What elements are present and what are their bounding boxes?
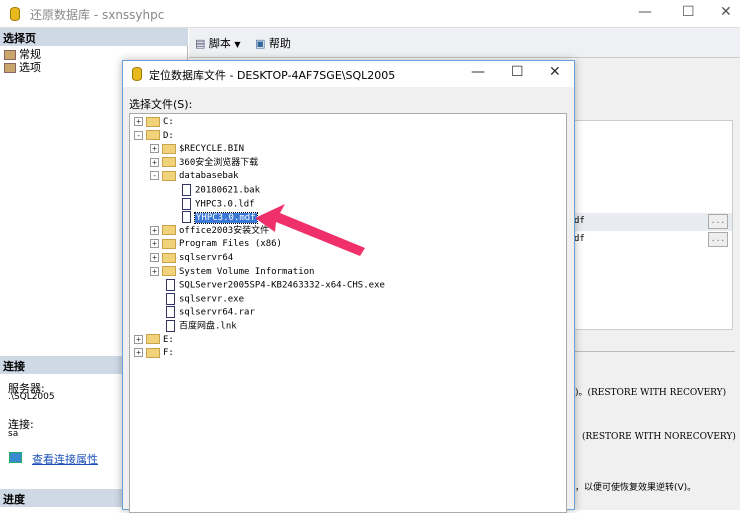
dialog-maximize-button[interactable]: ☐: [511, 64, 524, 80]
browse-button[interactable]: ...: [708, 214, 728, 229]
main-title-bar: 还原数据库 - sxnssyhpc — ☐ ✕: [0, 0, 740, 28]
file-tree[interactable]: + C: - D: + $RECYCLE.BIN +360安全浏览器下载 - databaseb…: [129, 113, 567, 513]
folder-icon: [162, 157, 176, 168]
folder-icon: [146, 347, 160, 358]
tree-node-label: 360安全浏览器下载: [179, 157, 259, 168]
standby-option[interactable]: ，以便可使恢复效果逆转(V)。: [575, 480, 696, 493]
file-icon: [166, 279, 175, 292]
tree-node-label: sqlservr64.rar: [179, 307, 255, 318]
dialog-title-bar: 定位数据库文件 - DESKTOP-4AF7SGE\SQL2005 — ☐ ✕: [123, 61, 574, 87]
expand-icon[interactable]: +: [134, 348, 143, 358]
database-icon: [132, 67, 142, 81]
pointer-arrow: [255, 204, 365, 256]
folder-icon: [162, 170, 176, 181]
browse-button[interactable]: ...: [708, 232, 728, 247]
grid-cell: df: [574, 234, 585, 244]
expand-icon[interactable]: +: [150, 157, 159, 167]
folder-icon: [162, 238, 176, 249]
dialog-title: 定位数据库文件 - DESKTOP-4AF7SGE\SQL2005: [149, 69, 396, 82]
grid-row: df...: [566, 213, 732, 231]
tree-node-label: 百度网盘.lnk: [179, 321, 237, 332]
tree-node-label: sqlservr.exe: [179, 294, 245, 305]
page-label: 选项: [19, 61, 41, 74]
tree-node[interactable]: + System Volume Information: [150, 266, 314, 279]
tree-node-label: sqlservr64: [179, 253, 234, 263]
file-icon: [182, 184, 191, 196]
expand-icon[interactable]: +: [150, 266, 159, 276]
divider: [575, 351, 735, 352]
dialog-close-button[interactable]: ✕: [549, 64, 561, 80]
recovery-option[interactable]: )。(RESTORE WITH RECOVERY): [575, 385, 726, 398]
tree-node-label: $RECYCLE.BIN: [179, 144, 245, 155]
tree-node-label: C:: [163, 117, 174, 127]
page-options[interactable]: 选项: [4, 59, 41, 75]
tree-node[interactable]: 20180621.bak: [182, 184, 260, 197]
grid-row: df...: [566, 231, 732, 249]
expand-icon[interactable]: +: [150, 239, 159, 249]
tree-node-label: 20180621.bak: [195, 185, 261, 196]
file-icon: [166, 292, 175, 305]
grid-cell: df: [574, 216, 585, 226]
file-icon: [166, 306, 175, 319]
folder-icon: [146, 116, 160, 127]
tree-node[interactable]: - D:: [134, 130, 174, 143]
expand-icon[interactable]: +: [150, 144, 159, 154]
page-icon: [4, 63, 16, 73]
tree-node-label: F:: [163, 348, 174, 359]
collapse-icon[interactable]: -: [134, 130, 143, 140]
help-button[interactable]: ▣ 帮助: [255, 35, 291, 51]
dialog-minimize-button[interactable]: —: [471, 64, 485, 80]
folder-icon: [146, 334, 160, 345]
folder-icon: [146, 130, 160, 141]
tree-node[interactable]: + $RECYCLE.BIN: [150, 143, 244, 156]
tree-node[interactable]: + E:: [134, 334, 174, 347]
norecovery-option[interactable]: (RESTORE WITH NORECOVERY): [582, 432, 736, 442]
file-icon: [182, 211, 191, 224]
folder-icon: [162, 143, 176, 154]
minimize-button[interactable]: —: [638, 4, 652, 20]
tree-node[interactable]: + F:: [134, 347, 174, 360]
expand-icon[interactable]: +: [150, 253, 159, 262]
folder-icon: [162, 225, 176, 236]
tree-node[interactable]: sqlservr.exe: [166, 292, 245, 306]
maximize-button[interactable]: ☐: [682, 4, 695, 20]
tree-node-label: E:: [163, 334, 174, 345]
expand-icon[interactable]: +: [134, 117, 143, 126]
collapse-icon[interactable]: -: [150, 171, 159, 181]
close-button[interactable]: ✕: [720, 4, 732, 20]
tree-node[interactable]: SQLServer2005SP4-KB2463332-x64-CHS.exe: [166, 279, 385, 292]
expand-icon[interactable]: +: [150, 225, 159, 235]
tree-node[interactable]: 百度网盘.lnk: [166, 320, 237, 333]
tree-node-label: System Volume Information: [179, 266, 315, 277]
toolbar: ▤ 脚本 ▼ ▣ 帮助: [189, 28, 740, 58]
tree-node[interactable]: + sqlservr64: [150, 252, 233, 265]
help-label: 帮助: [268, 37, 291, 50]
connection-value: sa: [8, 429, 19, 439]
tree-node[interactable]: + C:: [134, 116, 174, 129]
file-icon: [182, 197, 191, 210]
tree-node-label: SQLServer2005SP4-KB2463332-x64-CHS.exe: [179, 280, 385, 291]
file-grid: df... df...: [565, 120, 733, 330]
tree-node-label: databasebak: [179, 171, 239, 182]
server-value: .\SQL2005: [8, 392, 55, 402]
select-page-header: 选择页: [0, 28, 188, 46]
locate-database-file-dialog: 定位数据库文件 - DESKTOP-4AF7SGE\SQL2005 — ☐ ✕ …: [122, 60, 575, 513]
folder-icon: [162, 266, 176, 277]
connection-properties-icon: [9, 452, 22, 463]
select-file-label: 选择文件(S):: [129, 98, 193, 111]
file-icon: [166, 320, 175, 332]
script-label: 脚本: [208, 37, 231, 50]
tree-node[interactable]: - databasebak: [150, 170, 239, 183]
database-icon: [10, 7, 20, 21]
window-title: 还原数据库 - sxnssyhpc: [30, 8, 165, 22]
tree-node-label: D:: [163, 130, 174, 141]
view-connection-properties-link[interactable]: 查看连接属性: [32, 451, 98, 467]
tree-node[interactable]: sqlservr64.rar: [166, 306, 255, 319]
tree-node[interactable]: +360安全浏览器下载: [150, 157, 258, 170]
folder-icon: [162, 252, 176, 263]
expand-icon[interactable]: +: [134, 334, 143, 344]
script-button[interactable]: ▤ 脚本 ▼: [195, 35, 241, 51]
